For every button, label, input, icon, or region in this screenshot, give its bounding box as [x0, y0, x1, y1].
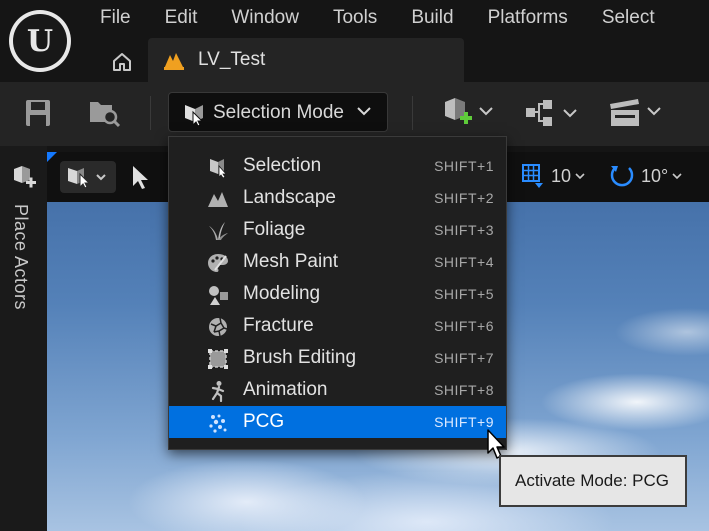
rotation-snap-icon	[610, 166, 634, 187]
unreal-logo-icon[interactable]: U	[9, 10, 71, 72]
mode-item-landscape[interactable]: Landscape SHIFT+2	[169, 182, 506, 214]
mode-item-shortcut: SHIFT+8	[434, 382, 494, 398]
grid-snap-button[interactable]: 10	[521, 163, 586, 189]
mode-label: Selection Mode	[213, 102, 344, 123]
fracture-icon	[209, 317, 228, 337]
document-tab[interactable]: LV_Test	[148, 38, 464, 82]
mode-item-label: Fracture	[243, 315, 314, 336]
selection-mode-icon	[185, 105, 204, 126]
place-actors-label: Place Actors	[11, 204, 31, 311]
animation-icon	[211, 381, 225, 402]
mode-item-pcg[interactable]: PCG SHIFT+9	[169, 406, 506, 438]
mode-item-label: Animation	[243, 379, 328, 400]
cinematics-button[interactable]	[608, 96, 664, 130]
place-actors-icon	[14, 166, 36, 188]
home-icon	[113, 53, 131, 71]
viewport-select-mode-button[interactable]	[60, 161, 116, 193]
menu-file[interactable]: File	[100, 6, 131, 30]
brush-editing-icon	[208, 349, 228, 369]
mode-item-label: PCG	[243, 411, 285, 432]
level-icon	[164, 53, 184, 70]
add-actor-icon	[445, 98, 493, 124]
selection-mode-icon	[68, 168, 106, 189]
mesh-paint-icon	[208, 254, 228, 272]
mode-item-foliage[interactable]: Foliage SHIFT+3	[169, 214, 506, 246]
content-browser-icon	[90, 102, 121, 128]
toolbar-separator	[412, 96, 413, 130]
grid-snap-value: 10	[551, 165, 572, 186]
home-tab[interactable]	[100, 42, 144, 82]
blueprint-button[interactable]	[524, 98, 580, 128]
mode-item-label: Modeling	[243, 283, 321, 304]
chevron-down-icon	[672, 173, 682, 180]
viewport-active-indicator	[47, 152, 57, 162]
mode-item-shortcut: SHIFT+4	[434, 254, 494, 270]
mode-item-label: Foliage	[243, 219, 306, 240]
mode-item-fracture[interactable]: Fracture SHIFT+6	[169, 310, 506, 342]
tooltip-text: Activate Mode: PCG	[515, 471, 670, 490]
main-menu-bar: File Edit Window Tools Build Platforms S…	[100, 6, 689, 30]
pcg-icon	[209, 414, 227, 433]
foliage-icon	[209, 222, 228, 240]
menu-window[interactable]: Window	[231, 6, 299, 30]
mode-item-label: Brush Editing	[243, 347, 357, 368]
mode-item-label: Selection	[243, 155, 322, 176]
mode-item-shortcut: SHIFT+1	[434, 158, 494, 174]
document-tab-label: LV_Test	[198, 49, 266, 70]
mode-item-mesh-paint[interactable]: Mesh Paint SHIFT+4	[169, 246, 506, 278]
toolbar-separator	[150, 96, 151, 130]
menu-build[interactable]: Build	[411, 6, 453, 30]
mode-item-shortcut: SHIFT+5	[434, 286, 494, 302]
mode-item-label: Mesh Paint	[243, 251, 339, 272]
save-button[interactable]	[24, 98, 52, 128]
mode-item-shortcut: SHIFT+6	[434, 318, 494, 334]
mode-item-animation[interactable]: Animation SHIFT+8	[169, 374, 506, 406]
grid-snap-icon	[522, 164, 543, 188]
rotation-snap-value: 10°	[641, 165, 669, 186]
modeling-icon	[209, 286, 228, 305]
mode-item-selection[interactable]: Selection SHIFT+1	[169, 150, 506, 182]
editor-mode-menu: Selection SHIFT+1 Landscape SHIFT+2 Foli…	[168, 136, 507, 450]
menu-tools[interactable]: Tools	[333, 6, 377, 30]
add-actor-button[interactable]	[442, 96, 498, 130]
mode-tooltip: Activate Mode: PCG	[499, 455, 687, 507]
mode-item-shortcut: SHIFT+7	[434, 350, 494, 366]
blueprint-icon	[526, 100, 577, 126]
select-tool-button[interactable]	[129, 164, 151, 195]
mode-item-brush-editing[interactable]: Brush Editing SHIFT+7	[169, 342, 506, 374]
menu-platforms[interactable]: Platforms	[488, 6, 568, 30]
selection-mode-dropdown[interactable]: Selection Mode	[168, 92, 388, 132]
menu-edit[interactable]: Edit	[165, 6, 198, 30]
chevron-down-icon	[357, 107, 371, 116]
menu-select[interactable]: Select	[602, 6, 655, 30]
rotation-snap-button[interactable]: 10°	[609, 163, 683, 189]
mode-item-shortcut: SHIFT+9	[434, 414, 494, 430]
cinematics-icon	[610, 99, 661, 126]
title-bar: U File Edit Window Tools Build Platforms…	[0, 0, 709, 82]
mode-item-shortcut: SHIFT+2	[434, 190, 494, 206]
content-browser-button[interactable]	[88, 96, 122, 128]
save-icon	[26, 100, 50, 126]
mode-item-modeling[interactable]: Modeling SHIFT+5	[169, 278, 506, 310]
chevron-down-icon	[575, 173, 585, 180]
mode-item-shortcut: SHIFT+3	[434, 222, 494, 238]
landscape-icon	[208, 192, 228, 207]
mode-item-label: Landscape	[243, 187, 336, 208]
cursor-arrow-icon	[133, 166, 148, 189]
selection-icon	[210, 159, 227, 178]
place-actors-panel-tab[interactable]: Place Actors	[0, 146, 47, 531]
